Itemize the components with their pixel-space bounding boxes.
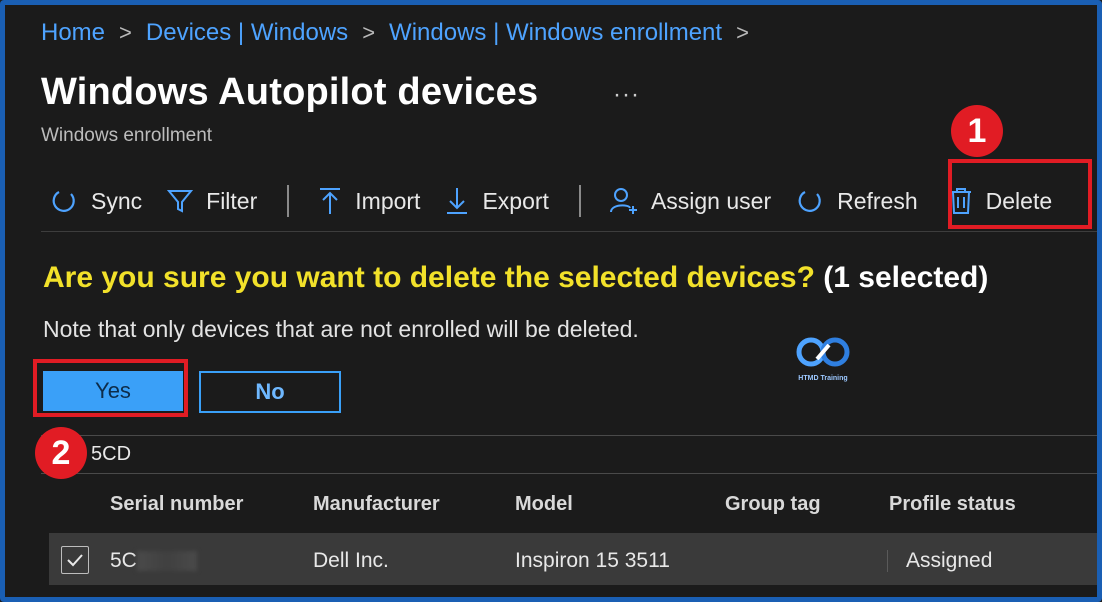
refresh-icon <box>798 191 821 212</box>
upload-icon <box>320 188 341 214</box>
add-person-icon <box>609 188 637 214</box>
import-button[interactable]: Import <box>317 186 420 216</box>
import-label: Import <box>355 187 421 214</box>
column-header-manufacturer[interactable]: Manufacturer <box>313 493 440 516</box>
breadcrumb-devices-windows[interactable]: Devices | Windows <box>146 19 348 47</box>
sync-icon <box>52 191 75 212</box>
breadcrumb-home[interactable]: Home <box>41 19 105 47</box>
toolbar-divider <box>287 185 290 217</box>
redacted-serial <box>137 551 197 571</box>
breadcrumb-separator: > <box>362 20 376 45</box>
cell-manufacturer: Dell Inc. <box>313 549 389 572</box>
column-header-model[interactable]: Model <box>515 493 573 516</box>
column-header-serial-number[interactable]: Serial number <box>110 493 243 516</box>
breadcrumb: Home > Devices | Windows > Windows | Win… <box>41 19 763 47</box>
sync-label: Sync <box>91 187 143 214</box>
confirmation-text: Are you sure you want to delete the sele… <box>43 261 815 294</box>
breadcrumb-separator: > <box>736 20 749 45</box>
export-label: Export <box>482 187 549 214</box>
search-border-top <box>41 435 1097 436</box>
step-badge-1: 1 <box>951 105 1003 157</box>
selected-count: (1 selected) <box>823 261 989 294</box>
refresh-button[interactable]: Refresh <box>795 186 918 216</box>
logo-text: HTMD Training <box>798 375 848 382</box>
cell-divider <box>887 550 888 572</box>
export-button[interactable]: Export <box>444 186 549 216</box>
no-button[interactable]: No <box>199 371 341 413</box>
column-header-profile-status[interactable]: Profile status <box>889 493 1016 516</box>
checkmark-icon <box>67 554 83 567</box>
command-bar: Sync Filter Import Export Assign user Re… <box>49 177 1076 225</box>
cell-profile-status: Assigned <box>906 549 993 572</box>
filter-icon <box>167 190 194 213</box>
page-subtitle: Windows enrollment <box>41 125 213 146</box>
sync-button[interactable]: Sync <box>49 186 142 216</box>
window-frame: Home > Devices | Windows > Windows | Win… <box>0 0 1102 602</box>
assign-user-button[interactable]: Assign user <box>609 186 771 216</box>
delete-confirmation-question: Are you sure you want to delete the sele… <box>43 261 988 295</box>
confirmation-note: Note that only devices that are not enro… <box>43 316 639 342</box>
assign-user-label: Assign user <box>650 187 772 214</box>
cell-serial-number: 5C <box>110 549 137 572</box>
refresh-label: Refresh <box>837 187 918 214</box>
yes-highlight-box <box>33 359 188 417</box>
filter-button[interactable]: Filter <box>166 187 257 215</box>
search-border-bottom <box>41 473 1097 474</box>
page-title: Windows Autopilot devices <box>41 71 539 113</box>
search-input[interactable]: 5CD <box>91 443 131 466</box>
logo-icon <box>796 337 850 367</box>
toolbar-divider-line <box>41 231 1097 232</box>
delete-highlight-box <box>948 159 1092 229</box>
cell-model: Inspiron 15 3511 <box>515 549 670 572</box>
step-badge-2: 2 <box>35 427 87 479</box>
row-checkbox[interactable] <box>61 546 89 574</box>
more-options-button[interactable]: ··· <box>613 81 640 109</box>
breadcrumb-windows-enrollment[interactable]: Windows | Windows enrollment <box>389 19 722 47</box>
download-icon <box>447 188 468 214</box>
breadcrumb-separator: > <box>119 20 132 45</box>
filter-label: Filter <box>206 187 258 214</box>
toolbar-divider <box>578 185 581 217</box>
column-header-group-tag[interactable]: Group tag <box>725 493 821 516</box>
htmd-logo: HTMD Training <box>791 335 855 382</box>
